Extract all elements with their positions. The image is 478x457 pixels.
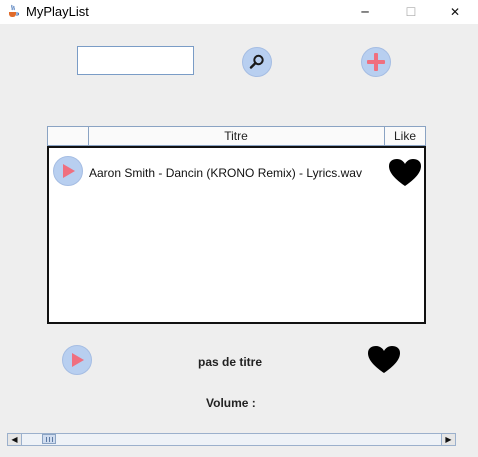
- plus-icon: [367, 53, 385, 71]
- play-icon: [72, 353, 84, 367]
- heart-icon[interactable]: [388, 158, 422, 188]
- column-header-like[interactable]: Like: [385, 127, 425, 145]
- close-button[interactable]: ✕: [432, 0, 478, 24]
- table-header: Titre Like: [47, 126, 426, 146]
- column-header-title[interactable]: Titre: [88, 127, 385, 145]
- table-row[interactable]: Aaron Smith - Dancin (KRONO Remix) - Lyr…: [49, 156, 424, 190]
- volume-label: Volume :: [206, 396, 256, 410]
- add-song-button[interactable]: [361, 47, 391, 77]
- scroll-right-button[interactable]: ▶: [441, 434, 455, 445]
- column-header-play[interactable]: [48, 127, 89, 145]
- play-button[interactable]: [62, 345, 92, 375]
- search-button[interactable]: [242, 47, 272, 77]
- playlist-table: Titre Like Aaron Smith - Dancin (KRONO R…: [47, 126, 426, 324]
- window-title: MyPlayList: [26, 4, 89, 19]
- scroll-track[interactable]: [22, 434, 441, 445]
- magnifier-icon: [249, 54, 264, 69]
- grip-icon: [46, 437, 53, 442]
- maximize-icon: ☐: [405, 5, 417, 19]
- heart-icon[interactable]: [367, 344, 401, 376]
- title-bar: MyPlayList ─ ☐ ✕: [0, 0, 478, 24]
- java-cup-icon: [9, 4, 19, 17]
- maximize-button[interactable]: ☐: [388, 0, 434, 24]
- play-icon: [63, 164, 75, 178]
- volume-scrollbar[interactable]: ◀ ▶: [7, 433, 456, 446]
- minimize-icon: ─: [361, 5, 369, 19]
- row-play-button[interactable]: [53, 156, 83, 186]
- scroll-left-button[interactable]: ◀: [8, 434, 22, 445]
- close-icon: ✕: [449, 5, 461, 19]
- scroll-thumb[interactable]: [42, 434, 56, 444]
- triangle-right-icon: ▶: [445, 435, 452, 444]
- triangle-left-icon: ◀: [11, 435, 18, 444]
- row-title: Aaron Smith - Dancin (KRONO Remix) - Lyr…: [89, 166, 362, 180]
- now-playing-title: pas de titre: [198, 355, 263, 369]
- table-body[interactable]: Aaron Smith - Dancin (KRONO Remix) - Lyr…: [47, 146, 426, 324]
- minimize-button[interactable]: ─: [342, 0, 388, 24]
- search-input[interactable]: [77, 46, 194, 75]
